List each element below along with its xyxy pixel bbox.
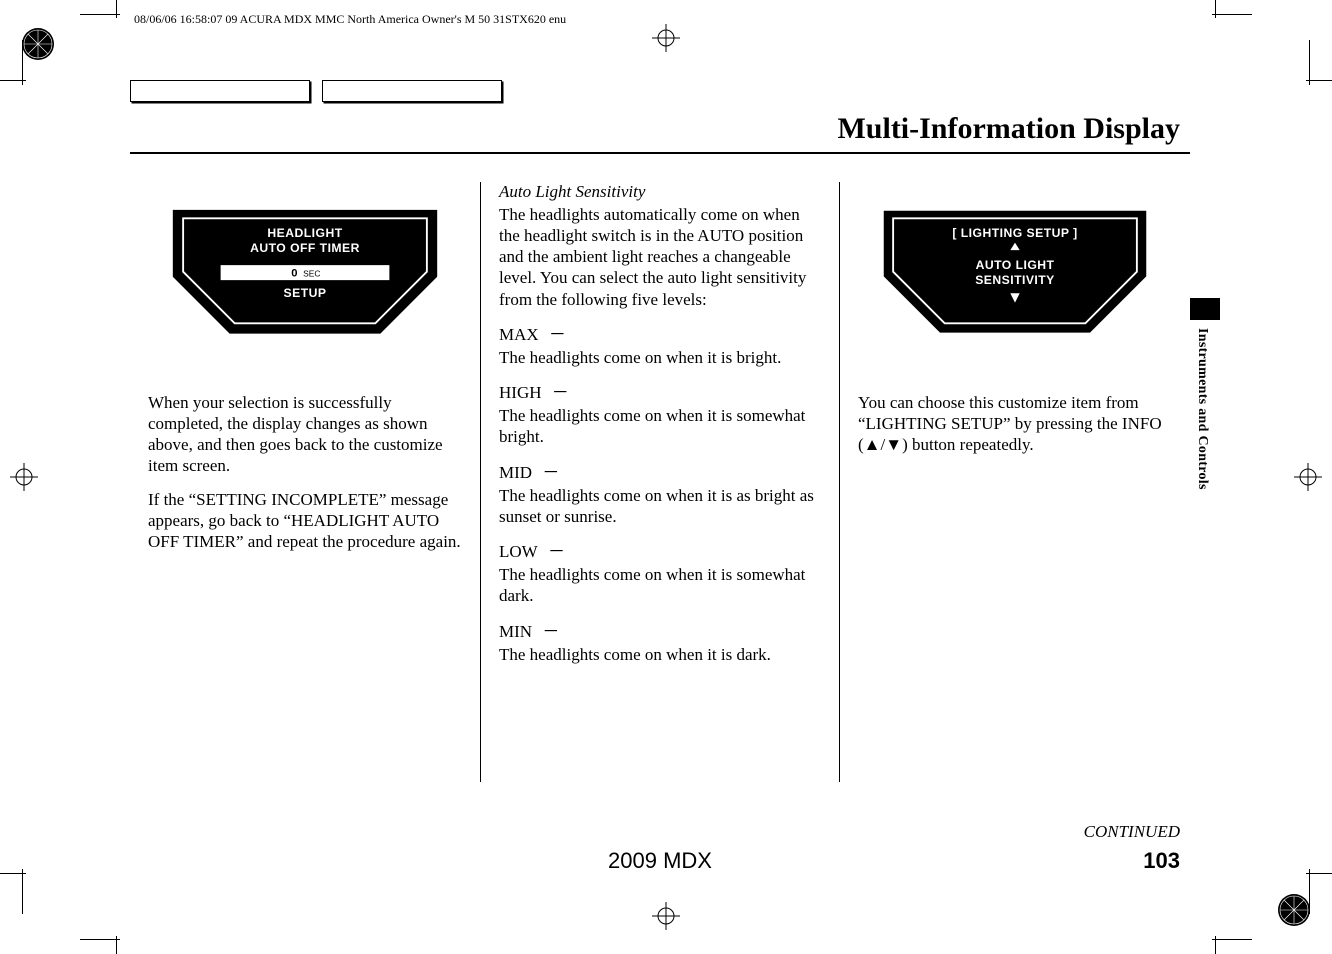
level-heading: MIN － bbox=[499, 617, 821, 642]
press-mark-icon bbox=[20, 26, 56, 62]
paragraph: If the “SETTING INCOMPLETE” message appe… bbox=[148, 489, 462, 553]
level-name: LOW bbox=[499, 542, 538, 561]
dash: － bbox=[545, 325, 566, 344]
revision-boxes bbox=[130, 80, 1190, 102]
register-mark-icon bbox=[652, 24, 680, 52]
crop-mark bbox=[116, 936, 117, 954]
dash: － bbox=[544, 542, 565, 561]
crop-mark bbox=[1212, 14, 1252, 15]
page-number: 103 bbox=[1143, 848, 1180, 874]
display-bracket: [ LIGHTING SETUP ] bbox=[952, 226, 1077, 240]
display-unit: SEC bbox=[303, 268, 320, 278]
level-heading: MAX － bbox=[499, 320, 821, 345]
dash: － bbox=[538, 463, 559, 482]
level-desc: The headlights come on when it is somewh… bbox=[499, 564, 821, 607]
level-heading: MID － bbox=[499, 458, 821, 483]
paragraph: You can choose this customize item from … bbox=[858, 392, 1172, 456]
level-name: MID bbox=[499, 463, 532, 482]
revision-box bbox=[130, 80, 310, 102]
subhead: Auto Light Sensitivity bbox=[499, 182, 821, 202]
model-year: 2009 MDX bbox=[608, 848, 712, 874]
level-desc: The headlights come on when it is as bri… bbox=[499, 485, 821, 528]
revision-box bbox=[322, 80, 502, 102]
level-heading: LOW － bbox=[499, 537, 821, 562]
display-line2: SENSITIVITY bbox=[975, 272, 1055, 286]
display-setup: SETUP bbox=[284, 286, 327, 300]
register-mark-icon bbox=[1294, 463, 1322, 491]
display-line2: AUTO OFF TIMER bbox=[250, 241, 360, 255]
crop-mark bbox=[80, 14, 120, 15]
level-name: MAX bbox=[499, 325, 539, 344]
crop-mark bbox=[1309, 40, 1310, 85]
crop-mark bbox=[1215, 936, 1216, 954]
level-name: MIN bbox=[499, 622, 532, 641]
down-triangle-icon: ▼ bbox=[885, 435, 902, 454]
paragraph: When your selection is successfully comp… bbox=[148, 392, 462, 477]
paragraph: The headlights automatically come on whe… bbox=[499, 204, 821, 310]
dash: － bbox=[548, 383, 569, 402]
column-3: [ LIGHTING SETUP ] AUTO LIGHT SENSITIVIT… bbox=[840, 182, 1190, 782]
crop-mark bbox=[22, 869, 23, 914]
register-mark-icon bbox=[652, 902, 680, 930]
level-desc: The headlights come on when it is bright… bbox=[499, 347, 821, 368]
text-run: ) button repeatedly. bbox=[902, 435, 1034, 454]
crop-mark bbox=[1212, 939, 1252, 940]
thumb-tab-label: Instruments and Controls bbox=[1194, 328, 1210, 490]
thumb-tab-mark bbox=[1190, 298, 1220, 320]
level-heading: HIGH － bbox=[499, 378, 821, 403]
section-title: Multi-Information Display bbox=[837, 112, 1180, 145]
level-desc: The headlights come on when it is somewh… bbox=[499, 405, 821, 448]
footer: CONTINUED 2009 MDX 103 bbox=[130, 822, 1190, 874]
continued-label: CONTINUED bbox=[130, 822, 1190, 842]
register-mark-icon bbox=[10, 463, 38, 491]
column-2: Auto Light Sensitivity The headlights au… bbox=[480, 182, 840, 782]
crop-mark bbox=[1215, 0, 1216, 18]
column-1: HEADLIGHT AUTO OFF TIMER 0 SEC SETUP Whe… bbox=[130, 182, 480, 782]
display-line1: AUTO LIGHT bbox=[976, 257, 1055, 271]
up-triangle-icon: ▲ bbox=[864, 435, 881, 454]
level-name: HIGH bbox=[499, 383, 542, 402]
page: 08/06/06 16:58:07 09 ACURA MDX MMC North… bbox=[0, 0, 1332, 954]
dash: － bbox=[538, 622, 559, 641]
level-desc: The headlights come on when it is dark. bbox=[499, 644, 821, 665]
print-slug: 08/06/06 16:58:07 09 ACURA MDX MMC North… bbox=[134, 12, 566, 27]
display-line1: HEADLIGHT bbox=[267, 226, 342, 240]
press-mark-icon bbox=[1276, 892, 1312, 928]
thumb-tab: Instruments and Controls bbox=[1190, 298, 1215, 490]
content-frame: Multi-Information Display HEADLIGHT AUTO… bbox=[130, 80, 1190, 870]
crop-mark bbox=[80, 939, 120, 940]
columns: HEADLIGHT AUTO OFF TIMER 0 SEC SETUP Whe… bbox=[130, 182, 1190, 782]
display-lighting-setup: [ LIGHTING SETUP ] AUTO LIGHT SENSITIVIT… bbox=[865, 192, 1165, 342]
rule bbox=[130, 152, 1190, 154]
crop-mark bbox=[116, 0, 117, 18]
display-headlight-auto-off: HEADLIGHT AUTO OFF TIMER 0 SEC SETUP bbox=[155, 192, 455, 342]
display-value: 0 bbox=[291, 267, 297, 279]
